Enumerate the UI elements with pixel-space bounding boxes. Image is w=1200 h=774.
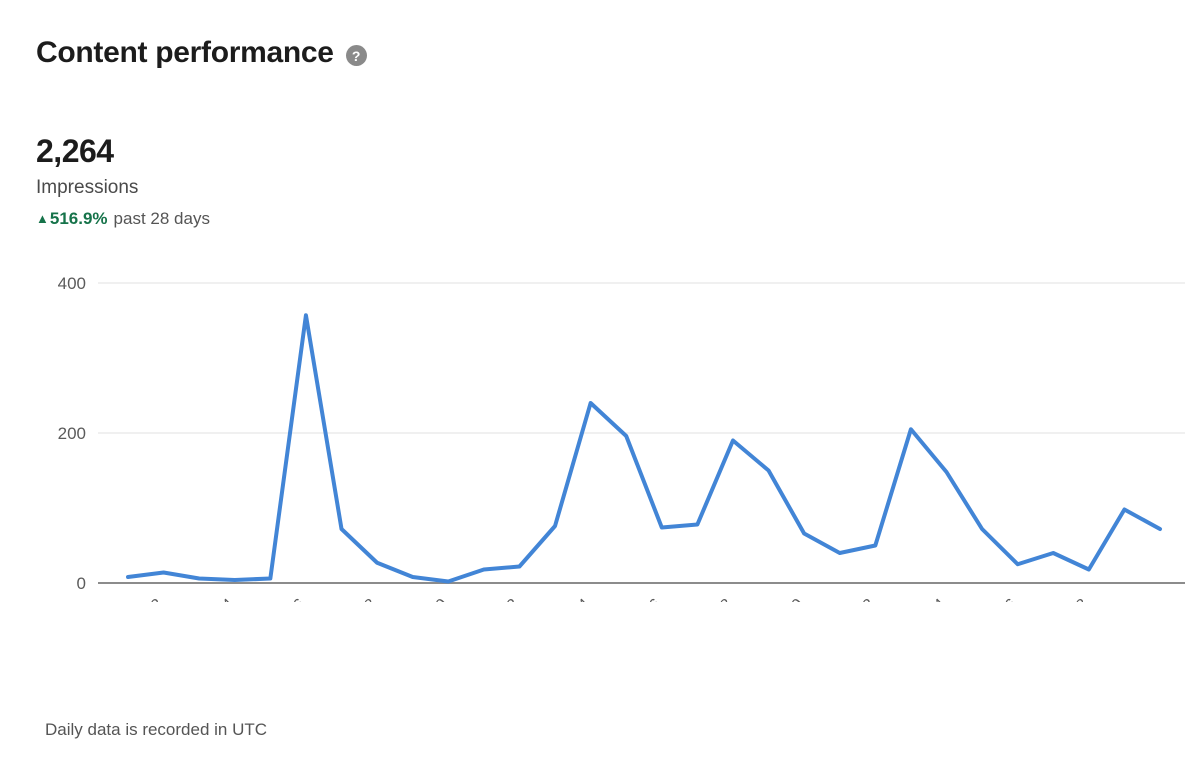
- chart-x-axis-labels: Nov 12 Nov 14 Nov 16 Nov 18 Nov 20 Nov 22 Nov …: [119, 596, 1092, 602]
- x-axis-tick-label: Dec 4: [908, 596, 950, 602]
- metric-summary: 2,264 Impressions ▲ 516.9% past 28 days: [36, 132, 210, 230]
- arrow-up-icon: ▲: [36, 211, 49, 227]
- x-axis-tick-label: Nov 26: [617, 596, 665, 602]
- metric-value: 2,264: [36, 133, 114, 169]
- y-axis-tick-label: 200: [58, 424, 86, 443]
- metric-label: Impressions: [36, 177, 139, 199]
- metric-delta: ▲ 516.9% past 28 days: [36, 209, 210, 229]
- y-axis-tick-label: 0: [77, 574, 86, 593]
- page-title: Content performance: [36, 36, 334, 69]
- x-axis-tick-label: Nov 28: [688, 596, 736, 602]
- x-axis-tick-label: Nov 24: [546, 596, 594, 602]
- y-axis-tick-label: 400: [58, 274, 86, 293]
- chart-canvas[interactable]: 0200400 Nov 12Nov 14Nov 16Nov 18Nov 20No…: [0, 262, 1200, 602]
- x-axis-tick-label: Nov 22: [474, 596, 522, 602]
- x-axis-tick-label: Dec 6: [979, 596, 1021, 602]
- delta-period-label: past 28 days: [113, 209, 210, 229]
- impressions-line-chart[interactable]: 0200400 Nov 12Nov 14Nov 16Nov 18Nov 20No…: [0, 262, 1200, 602]
- x-axis-tick-label: Nov 20: [403, 596, 451, 602]
- delta-percent: 516.9%: [49, 209, 108, 229]
- x-axis-tick-label: Dec 8: [1050, 596, 1092, 602]
- x-axis-tick-label: Nov 18: [332, 596, 380, 602]
- x-axis-tick-label: Nov 30: [759, 596, 807, 602]
- panel-header: Content performance ?: [36, 36, 367, 69]
- help-circle-icon[interactable]: ?: [345, 45, 367, 66]
- delta-badge: ▲ 516.9%: [36, 209, 108, 229]
- content-performance-panel: Content performance ? 2,264 Impressions …: [0, 0, 1200, 774]
- x-axis-tick-label: Dec 2: [837, 596, 879, 602]
- x-axis-tick-label: Nov 12: [119, 596, 167, 602]
- footer-note: Daily data is recorded in UTC: [45, 720, 268, 739]
- chart-data-line: [126, 313, 1162, 584]
- x-axis-tick-label: Nov 14: [190, 596, 238, 602]
- chart-gridlines: [98, 282, 1185, 584]
- x-axis-tick-label: Nov 16: [261, 596, 309, 602]
- chart-y-axis-labels: 0 200 400: [58, 274, 86, 593]
